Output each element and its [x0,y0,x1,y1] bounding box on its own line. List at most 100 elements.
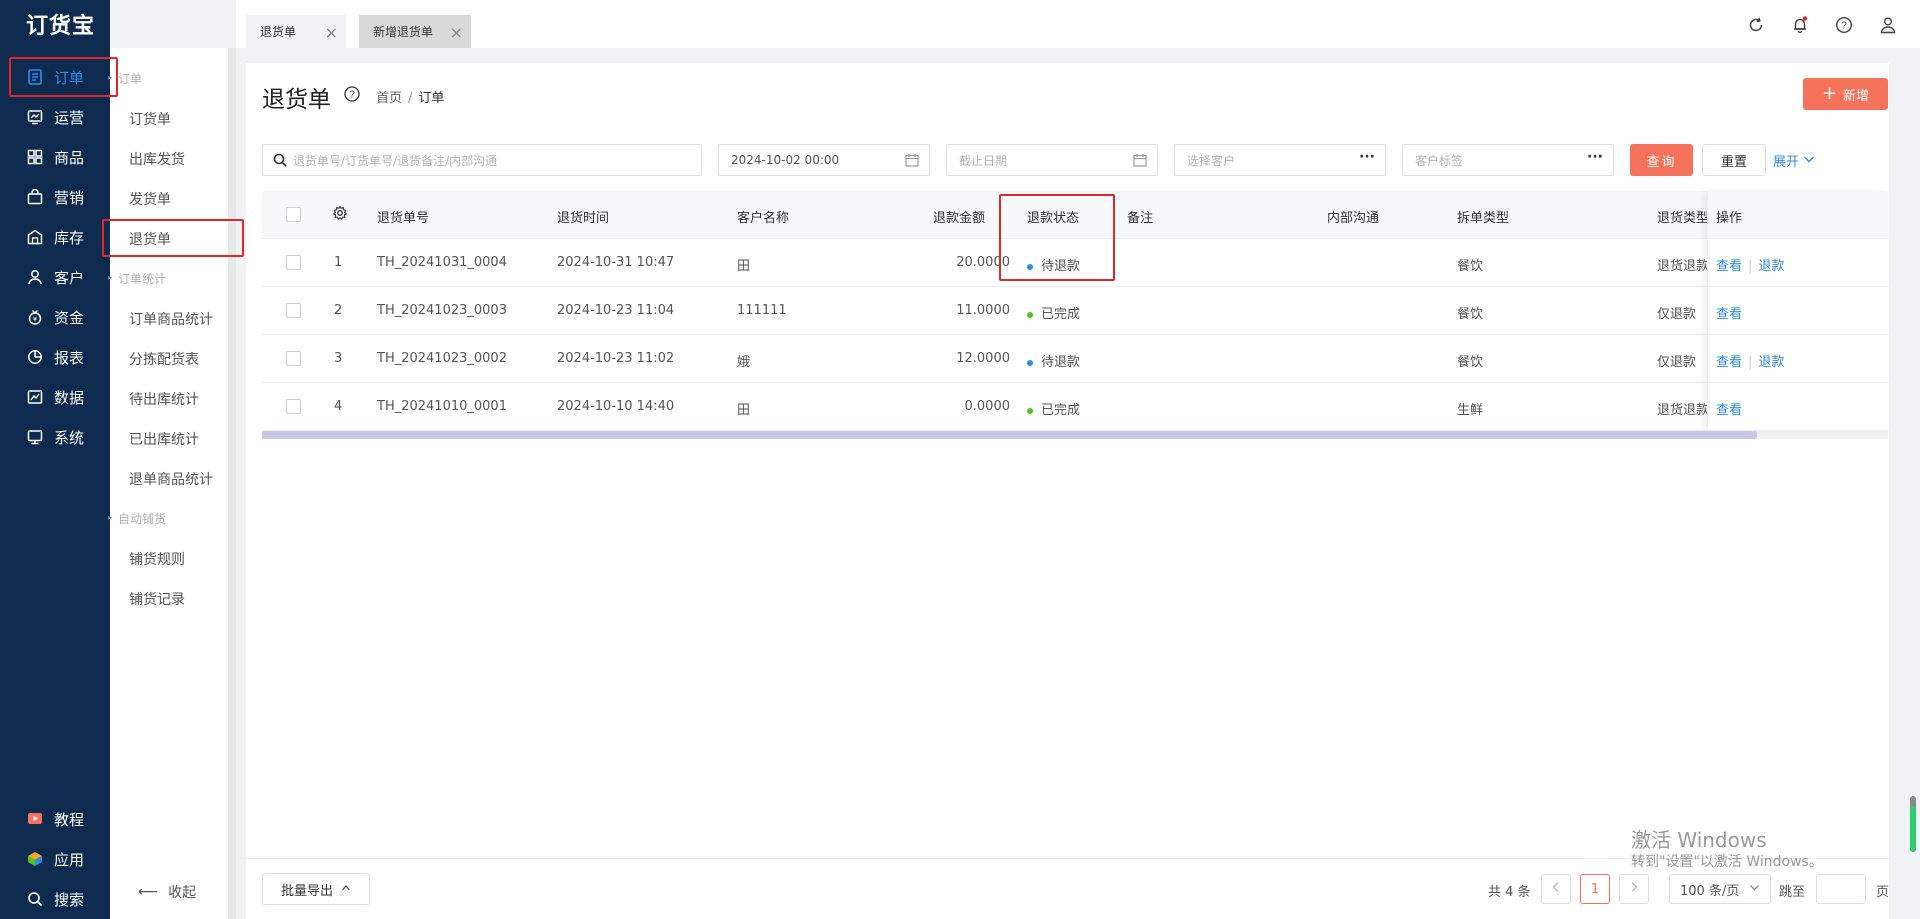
table-row[interactable]: 1 TH_20241031_0004 2024-10-31 10:47 田 20… [262,239,1888,287]
sub-item-delivery[interactable]: 发货单 [129,189,171,209]
nav-item-report[interactable]: 报表 [0,339,110,375]
tab-new-return[interactable]: 新增退货单 × [359,15,471,48]
col-split-type[interactable]: 拆单类型 [1457,207,1509,226]
refresh-icon[interactable] [1746,15,1766,35]
nav-label: 搜索 [54,890,85,909]
nav-label: 报表 [54,348,85,367]
jump-page-input[interactable] [1816,874,1866,904]
view-link[interactable]: 查看 [1716,259,1742,274]
customer-name: 田 [737,403,751,418]
view-link[interactable]: 查看 [1716,307,1742,322]
col-return-no[interactable]: 退货单号 [377,207,429,226]
nav-item-tutorial[interactable]: 教程 [0,801,110,837]
nav-item-apps[interactable]: 应用 [0,841,110,877]
col-internal[interactable]: 内部沟通 [1327,207,1379,226]
col-amount[interactable]: 退款金额 [933,207,985,226]
refund-amount: 11.0000 [956,303,1010,318]
sub-item-supply-records[interactable]: 铺货记录 [129,589,185,609]
nav-item-marketing[interactable]: 营销 [0,179,110,215]
page-button-current[interactable]: 1 [1580,874,1610,904]
nav-label: 资金 [54,308,85,327]
help-icon[interactable]: ? [1834,15,1854,35]
customer-tag-select[interactable]: 客户标签 ··· [1402,144,1614,176]
operation-icon [26,108,44,126]
status-dot [1027,311,1033,318]
search-input[interactable]: 退货单号/订货单号/退货备注/内部沟通 [262,144,702,176]
nav-item-operation[interactable]: 运营 [0,99,110,135]
nav-label: 运营 [54,108,85,127]
table-row[interactable]: 4 TH_20241010_0001 2024-10-10 14:40 田 0.… [262,383,1888,431]
row-index: 4 [334,399,343,414]
nav-item-search[interactable]: 搜索 [0,881,110,917]
expand-toggle[interactable]: 展开 [1773,151,1815,170]
row-checkbox[interactable] [286,255,301,270]
batch-export-button[interactable]: 批量导出 [262,873,370,905]
split-type: 餐饮 [1457,355,1484,370]
svg-text:¥: ¥ [33,316,38,324]
sub-group-order: ▸ 订单 [108,72,143,86]
sub-item-order-goods-stats[interactable]: 订单商品统计 [129,309,213,329]
customer-name: 田 [737,259,751,274]
sub-item-returns[interactable]: 退货单 [129,229,171,249]
status-dot [1027,407,1033,414]
view-link[interactable]: 查看 [1716,355,1742,370]
sub-item-pending-outbound[interactable]: 待出库统计 [129,389,199,409]
row-checkbox[interactable] [286,303,301,318]
add-button[interactable]: + 新增 [1803,78,1888,110]
nav-item-data[interactable]: 数据 [0,379,110,415]
sub-item-supply-rules[interactable]: 铺货规则 [129,549,185,569]
nav-item-warehouse[interactable]: 库存 [0,219,110,255]
return-no: TH_20241023_0002 [377,351,507,366]
status-badge: 待退款 [1027,351,1080,370]
nav-item-goods[interactable]: 商品 [0,139,110,175]
row-index: 2 [334,303,343,318]
close-icon[interactable]: × [450,23,463,42]
op-cell: 查看 [1708,287,1889,335]
nav-item-order[interactable]: 订单 [0,59,110,95]
horizontal-scrollbar-thumb[interactable] [262,431,1757,439]
sub-item-outbound[interactable]: 出库发货 [129,149,185,169]
table-row[interactable]: 3 TH_20241023_0002 2024-10-23 11:02 娥 12… [262,335,1888,383]
column-settings-icon[interactable] [332,205,348,225]
bell-icon[interactable] [1790,15,1810,35]
breadcrumb-home[interactable]: 首页 [376,91,402,106]
link-separator: | [1748,355,1753,370]
calendar-icon [1133,153,1147,170]
nav-item-system[interactable]: 系统 [0,419,110,455]
close-icon[interactable]: × [325,23,338,42]
col-customer[interactable]: 客户名称 [737,207,789,226]
collapse-button[interactable]: ⟵ 收起 [138,882,196,902]
page-size-select[interactable]: 100 条/页 [1669,874,1771,904]
table-row[interactable]: 2 TH_20241023_0003 2024-10-23 11:04 1111… [262,287,1888,335]
nav-item-customer[interactable]: 客户 [0,259,110,295]
row-checkbox[interactable] [286,399,301,414]
sub-item-orders[interactable]: 订货单 [129,109,171,129]
warehouse-icon [26,228,44,246]
sub-item-shipped-stats[interactable]: 已出库统计 [129,429,199,449]
end-date-field[interactable]: 截止日期 [946,144,1158,176]
reset-button[interactable]: 重置 [1702,144,1766,176]
customer-select[interactable]: 选择客户 ··· [1174,144,1386,176]
refund-link[interactable]: 退款 [1758,259,1784,274]
sub-item-picking-sheet[interactable]: 分拣配货表 [129,349,199,369]
start-date-field[interactable]: 2024-10-02 00:00 [718,144,930,176]
money-icon: ¥ [26,308,44,326]
col-return-type[interactable]: 退货类型 [1657,207,1707,226]
prev-page-button[interactable] [1541,874,1571,904]
next-page-button[interactable] [1619,874,1649,904]
sub-nav-scrollbar[interactable] [228,48,236,919]
row-checkbox[interactable] [286,351,301,366]
tab-returns[interactable]: 退货单 × [246,15,346,48]
main-nav: 订货宝 订单 运营 商品 营销 库存 客户 ¥ 资金 报表 数据 系统 教程 应… [0,0,110,919]
col-refund-status[interactable]: 退款状态 [1027,207,1079,226]
refund-link[interactable]: 退款 [1758,355,1784,370]
col-return-time[interactable]: 退货时间 [557,207,609,226]
help-icon[interactable]: ? [343,85,361,103]
select-all-checkbox[interactable] [286,207,301,222]
nav-item-money[interactable]: ¥ 资金 [0,299,110,335]
query-button[interactable]: 查询 [1630,144,1693,176]
view-link[interactable]: 查看 [1716,403,1742,418]
user-icon[interactable] [1878,15,1898,35]
sub-item-return-goods-stats[interactable]: 退单商品统计 [129,469,213,489]
col-note[interactable]: 备注 [1127,207,1153,226]
